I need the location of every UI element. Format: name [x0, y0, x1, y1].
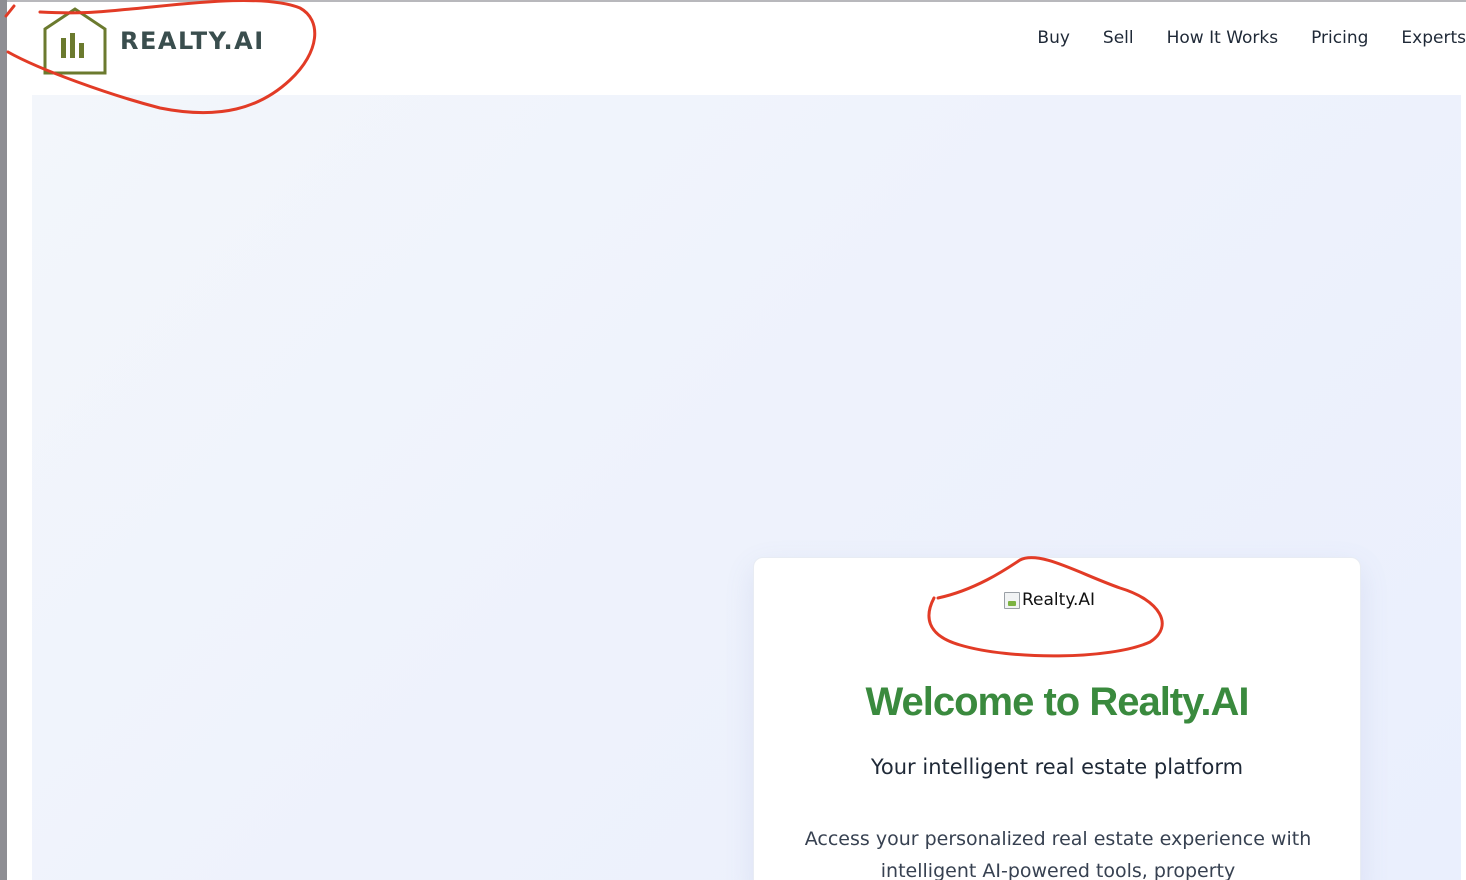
nav-how-it-works[interactable]: How It Works — [1167, 28, 1278, 48]
site-header: REALTY.AI Buy Sell How It Works Pricing … — [7, 2, 1466, 95]
card-logo-alt-text: Realty.AI — [1022, 590, 1095, 610]
welcome-card: Realty.AI Welcome to Realty.AI Your inte… — [753, 557, 1361, 880]
card-title: Welcome to Realty.AI — [865, 680, 1249, 724]
card-subtitle: Your intelligent real estate platform — [870, 755, 1244, 779]
nav-sell[interactable]: Sell — [1103, 28, 1134, 48]
nav-experts[interactable]: Experts — [1401, 28, 1466, 48]
card-description: Access your personalized real estate exp… — [804, 828, 1312, 880]
card-logo-image: Realty.AI — [1004, 590, 1095, 610]
nav-pricing[interactable]: Pricing — [1311, 28, 1368, 48]
house-chart-icon — [43, 7, 107, 75]
logo[interactable]: REALTY.AI — [42, 7, 265, 75]
broken-image-icon — [1004, 591, 1020, 609]
window-left-border — [0, 0, 7, 880]
main-nav: Buy Sell How It Works Pricing Experts — [1037, 28, 1466, 48]
logo-text: REALTY.AI — [120, 27, 265, 55]
nav-buy[interactable]: Buy — [1037, 28, 1070, 48]
